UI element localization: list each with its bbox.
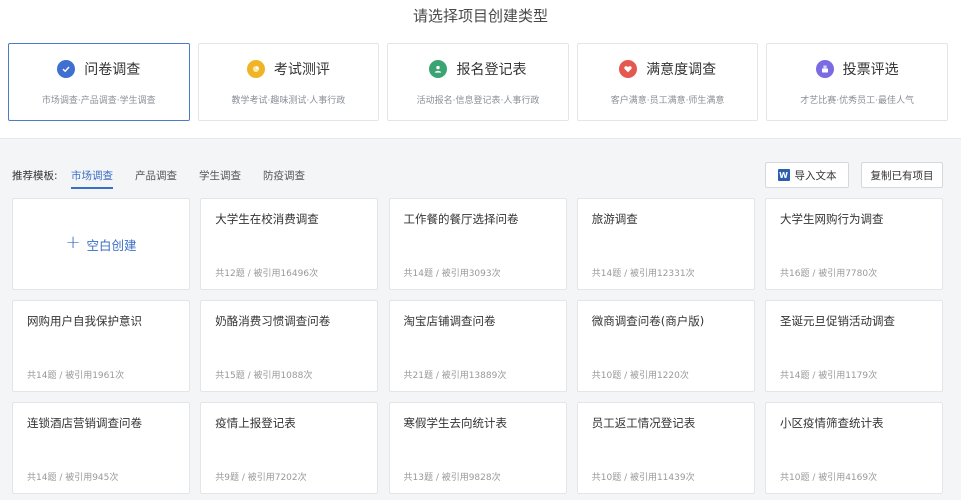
template-meta: 共14题 / 被引用1961次 (27, 371, 125, 381)
import-text-button[interactable]: W 导入文本 (765, 162, 849, 188)
template-card[interactable]: 奶酪消费习惯调查问卷共15题 / 被引用1088次 (200, 300, 379, 392)
import-text-label: 导入文本 (794, 169, 837, 182)
template-meta: 共15题 / 被引用1088次 (215, 371, 313, 381)
heart-icon (619, 59, 638, 78)
template-title: 旅游调查 (591, 212, 638, 226)
template-card[interactable]: 工作餐的餐厅选择问卷共14题 / 被引用3093次 (388, 198, 567, 290)
project-type-list: 问卷调查 市场调查·产品调查·学生调查 考试测评 教学考试·趣味测试·人事行政 … (8, 43, 948, 121)
template-title: 奶酪消费习惯调查问卷 (215, 314, 331, 328)
recommend-label: 推荐模板: (12, 170, 58, 182)
template-title: 大学生在校消费调查 (215, 212, 319, 226)
type-card-survey[interactable]: 问卷调查 市场调查·产品调查·学生调查 (8, 43, 190, 121)
template-meta: 共21题 / 被引用13889次 (403, 371, 507, 381)
type-desc: 活动报名·信息登记表·人事行政 (416, 95, 540, 106)
type-desc: 才艺比赛·优秀员工·最佳人气 (800, 95, 915, 106)
check-circle-icon (57, 59, 76, 78)
type-name: 考试测评 (273, 61, 330, 78)
plus-icon: + (65, 232, 81, 253)
vote-icon (815, 59, 834, 78)
template-card[interactable]: 寒假学生去向统计表共13题 / 被引用9828次 (388, 402, 567, 494)
template-title: 连锁酒店营销调查问卷 (27, 416, 142, 430)
template-tabs: 市场调查 产品调查 学生调查 防疫调查 (71, 162, 327, 189)
template-card[interactable]: 网购用户自我保护意识共14题 / 被引用1961次 (12, 300, 190, 392)
template-title: 小区疫情筛查统计表 (780, 416, 884, 430)
template-title: 淘宝店铺调查问卷 (403, 314, 496, 328)
template-meta: 共10题 / 被引用1220次 (591, 371, 689, 381)
template-title: 圣诞元旦促销活动调查 (780, 314, 895, 328)
template-meta: 共13题 / 被引用9828次 (403, 473, 501, 483)
template-meta: 共10题 / 被引用4169次 (780, 473, 878, 483)
template-card[interactable]: 大学生在校消费调查共12题 / 被引用16496次 (200, 198, 379, 290)
template-card[interactable]: 小区疫情筛查统计表共10题 / 被引用4169次 (765, 402, 943, 494)
template-card[interactable]: 大学生网购行为调查共16题 / 被引用7780次 (765, 198, 943, 290)
tab-market-survey[interactable]: 市场调查 (71, 162, 113, 189)
type-card-satisfaction[interactable]: 满意度调查 客户满意·员工满意·师生满意 (576, 43, 759, 121)
template-title: 寒假学生去向统计表 (403, 416, 508, 430)
page-title: 请选择项目创建类型 (412, 7, 548, 25)
template-grid: + 空白创建 大学生在校消费调查共12题 / 被引用16496次 工作餐的餐厅选… (12, 198, 943, 494)
type-card-exam[interactable]: 考试测评 教学考试·趣味测试·人事行政 (197, 43, 380, 121)
template-card[interactable]: 连锁酒店营销调查问卷共14题 / 被引用945次 (12, 402, 190, 494)
template-title: 微商调查问卷(商户版) (591, 314, 705, 328)
template-title: 网购用户自我保护意识 (27, 314, 142, 328)
template-toolbar: 推荐模板: 市场调查 产品调查 学生调查 防疫调查 W 导入文本 复制已有项目 (12, 162, 943, 189)
template-card[interactable]: 疫情上报登记表共9题 / 被引用7202次 (200, 402, 379, 494)
template-title: 疫情上报登记表 (215, 416, 296, 430)
user-icon (429, 59, 448, 78)
blank-create-card[interactable]: + 空白创建 (12, 198, 190, 290)
type-name: 满意度调查 (646, 61, 717, 78)
type-name: 报名登记表 (456, 61, 527, 78)
template-title: 大学生网购行为调查 (780, 212, 884, 226)
type-desc: 市场调查·产品调查·学生调查 (41, 95, 156, 106)
template-card[interactable]: 员工返工情况登记表共10题 / 被引用11439次 (576, 402, 755, 494)
tab-product-survey[interactable]: 产品调查 (135, 162, 177, 189)
template-card[interactable]: 微商调查问卷(商户版) 共10题 / 被引用1220次 (576, 300, 755, 392)
copy-project-button[interactable]: 复制已有项目 (861, 162, 943, 188)
exam-icon (246, 59, 265, 78)
template-meta: 共14题 / 被引用1179次 (780, 371, 878, 381)
template-card[interactable]: 圣诞元旦促销活动调查共14题 / 被引用1179次 (765, 300, 943, 392)
type-name: 问卷调查 (84, 61, 141, 78)
type-name: 投票评选 (842, 61, 899, 78)
word-icon: W (777, 169, 790, 181)
template-title: 员工返工情况登记表 (591, 416, 696, 430)
tab-student-survey[interactable]: 学生调查 (199, 162, 241, 189)
blank-create-label: 空白创建 (86, 237, 137, 253)
template-card[interactable]: 旅游调查共14题 / 被引用12331次 (576, 198, 755, 290)
template-meta: 共16题 / 被引用7780次 (780, 269, 878, 279)
type-card-registration[interactable]: 报名登记表 活动报名·信息登记表·人事行政 (387, 43, 569, 121)
template-card[interactable]: 淘宝店铺调查问卷共21题 / 被引用13889次 (388, 300, 567, 392)
template-meta: 共10题 / 被引用11439次 (591, 473, 695, 483)
template-meta: 共14题 / 被引用12331次 (591, 269, 695, 279)
template-meta: 共14题 / 被引用3093次 (403, 269, 501, 279)
template-meta: 共9题 / 被引用7202次 (215, 473, 307, 483)
template-meta: 共14题 / 被引用945次 (27, 473, 119, 483)
template-meta: 共12题 / 被引用16496次 (215, 269, 319, 279)
project-type-panel: 请选择项目创建类型 问卷调查 市场调查·产品调查·学生调查 考试测评 教学考试·… (0, 0, 961, 139)
type-card-vote[interactable]: 投票评选 才艺比赛·优秀员工·最佳人气 (766, 43, 948, 121)
tab-epidemic-survey[interactable]: 防疫调查 (263, 162, 305, 189)
template-title: 工作餐的餐厅选择问卷 (403, 212, 519, 226)
type-desc: 教学考试·趣味测试·人事行政 (231, 95, 346, 106)
type-desc: 客户满意·员工满意·师生满意 (610, 95, 725, 106)
